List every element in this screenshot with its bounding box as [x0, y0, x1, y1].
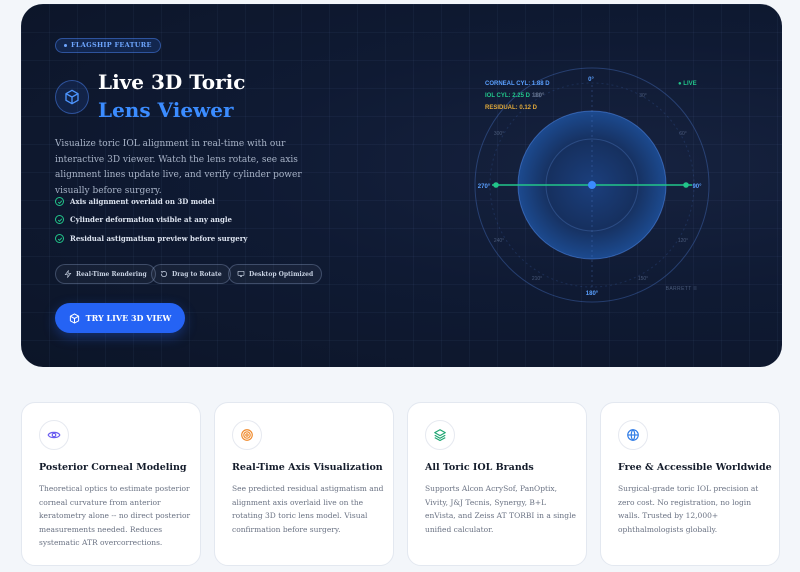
axis-endpoint-left [493, 182, 499, 188]
corneal-cyl-readout: CORNEAL CYL: 1.88 D [485, 81, 550, 87]
card-body: Surgical-grade toric IOL precision at ze… [618, 484, 759, 534]
watermark: BARRETT II [666, 286, 697, 292]
feature-card: Real-Time Axis Visualization See predict… [214, 402, 394, 566]
card-title: Posterior Corneal Modeling [39, 462, 187, 473]
toric-lens-viewer[interactable]: CORNEAL CYL: 1.88 D IOL CYL: 2.25 D 180°… [21, 4, 782, 367]
feature-card: All Toric IOL Brands Supports Alcon Acry… [407, 402, 587, 566]
degree-label-60: 60° [679, 131, 687, 137]
degree-label-90: 90° [692, 184, 702, 190]
degree-label-300: 300° [494, 131, 504, 137]
feature-card: Free & Accessible Worldwide Surgical-gra… [600, 402, 780, 566]
degree-label-150: 150° [638, 276, 648, 282]
live-indicator: ● LIVE [678, 81, 697, 87]
center-point [588, 181, 596, 189]
card-title: Free & Accessible Worldwide [618, 462, 772, 473]
iol-cyl-readout: IOL CYL: 2.25 D [485, 93, 531, 99]
card-body: Theoretical optics to estimate posterior… [39, 484, 191, 548]
eye-icon [39, 420, 69, 450]
degree-label-210: 210° [532, 276, 542, 282]
card-body: See predicted residual astigmatism and a… [232, 484, 384, 534]
degree-label-180: 180° [586, 291, 599, 297]
degree-label-120: 120° [678, 238, 688, 244]
degree-label-0: 0° [588, 77, 594, 83]
card-title: All Toric IOL Brands [425, 462, 534, 473]
card-title: Real-Time Axis Visualization [232, 462, 383, 473]
feature-card: Posterior Corneal Modeling Theoretical o… [21, 402, 201, 566]
card-body: Supports Alcon AcrySof, PanOptix, Vivity… [425, 484, 576, 534]
residual-readout: RESIDUAL: 0.12 D [485, 105, 538, 111]
degree-label-240: 240° [494, 238, 504, 244]
degree-label-330: 330° [532, 93, 542, 99]
degree-label-30: 30° [639, 93, 647, 99]
axis-endpoint-right [683, 182, 689, 188]
layers-icon [425, 420, 455, 450]
hero-section: FLAGSHIP FEATURE Live 3D Toric Lens View… [21, 4, 782, 367]
target-icon [232, 420, 262, 450]
globe-icon [618, 420, 648, 450]
degree-label-270: 270° [478, 184, 491, 190]
